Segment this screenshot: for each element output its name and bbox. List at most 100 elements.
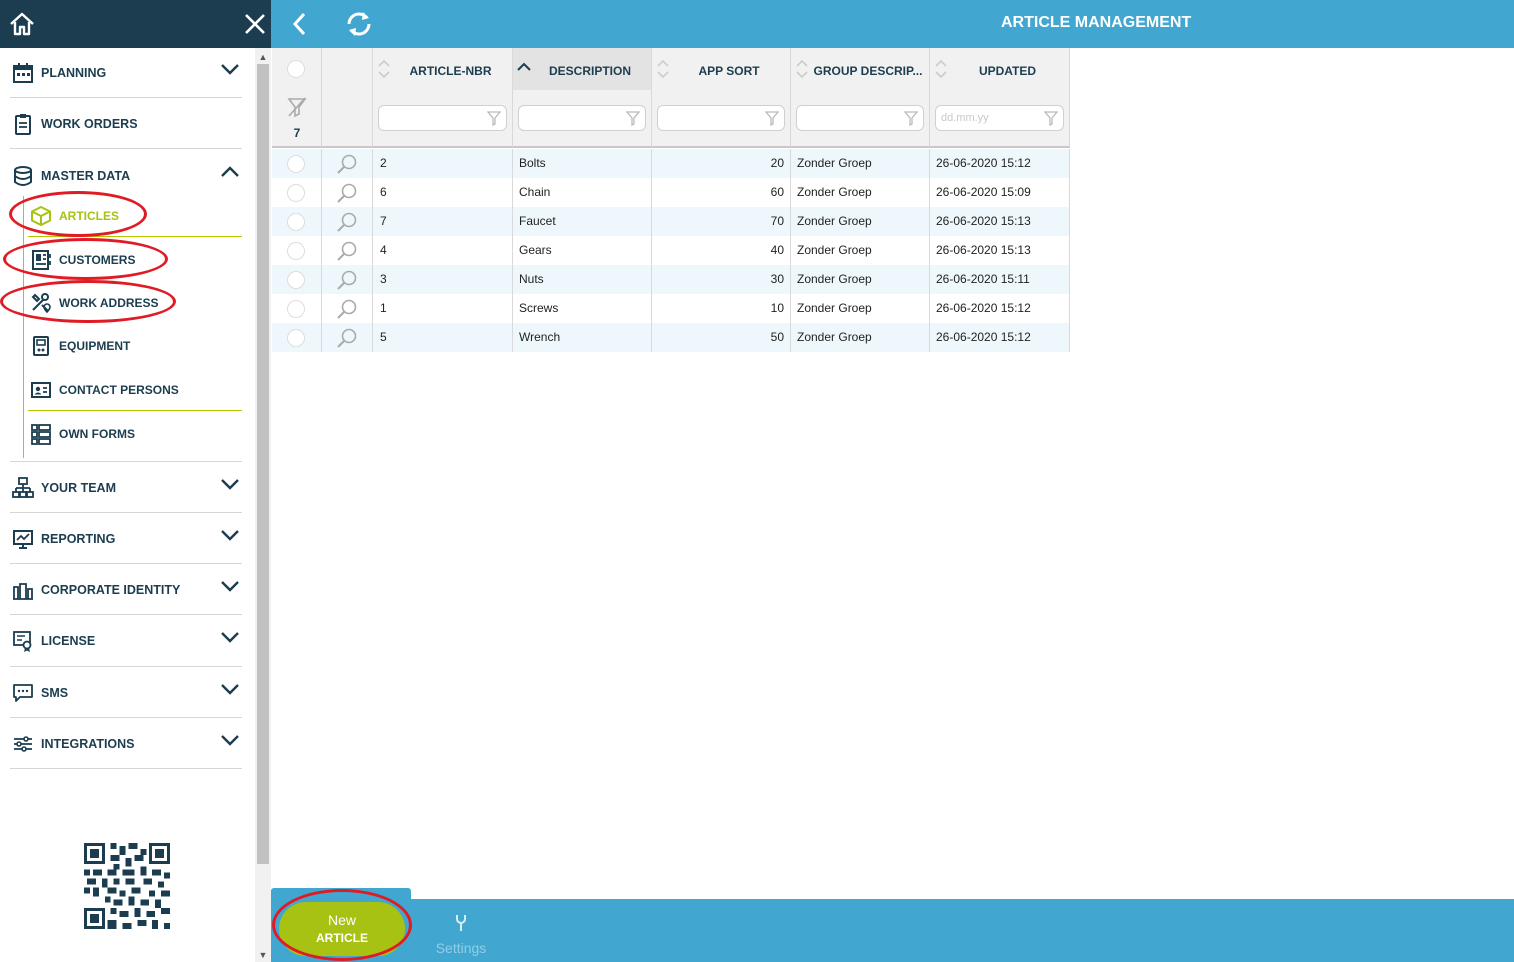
- cell-article-nbr: 3: [373, 265, 513, 294]
- cell-app-sort: 20: [652, 149, 791, 178]
- sidebar-item-corporate-identity[interactable]: CORPORATE IDENTITY: [10, 565, 242, 615]
- filter-empty-cell: [322, 90, 373, 148]
- column-header-group-description[interactable]: GROUP DESCRIP...: [791, 48, 930, 90]
- table-row[interactable]: 7 Faucet 70 Zonder Groep 26-06-2020 15:13: [272, 207, 1070, 236]
- back-arrow-icon[interactable]: [289, 10, 311, 38]
- row-select-cell: [272, 294, 322, 323]
- sidebar-item-license[interactable]: LICENSE: [10, 616, 242, 667]
- magnifier-icon[interactable]: [336, 182, 358, 204]
- annotation-circle: [3, 238, 168, 280]
- row-select-radio[interactable]: [287, 213, 305, 231]
- column-header-article-nbr[interactable]: ARTICLE-NBR: [373, 48, 513, 90]
- cell-group: Zonder Groep: [791, 178, 930, 207]
- filter-group-description: [791, 90, 930, 148]
- calendar-icon: [13, 63, 33, 83]
- row-select-radio[interactable]: [287, 271, 305, 289]
- chevron-down-icon[interactable]: [220, 630, 240, 644]
- scroll-up-arrow[interactable]: ▲: [258, 52, 268, 62]
- presentation-icon: [13, 530, 33, 549]
- row-select-radio[interactable]: [287, 184, 305, 202]
- filter-input[interactable]: [796, 105, 924, 131]
- sidebar-header: [0, 0, 271, 48]
- chevron-down-icon[interactable]: [220, 682, 240, 696]
- table-row[interactable]: 6 Chain 60 Zonder Groep 26-06-2020 15:09: [272, 178, 1070, 207]
- row-view-cell: [322, 236, 373, 265]
- magnifier-icon[interactable]: [336, 153, 358, 175]
- row-view-cell: [322, 178, 373, 207]
- filter-input[interactable]: [378, 105, 507, 131]
- column-header-app-sort[interactable]: APP SORT: [652, 48, 791, 90]
- cell-article-nbr: 7: [373, 207, 513, 236]
- cell-group: Zonder Groep: [791, 265, 930, 294]
- sidebar-subitem-own-forms[interactable]: OWN FORMS: [28, 412, 242, 455]
- filter-icon[interactable]: [1044, 110, 1058, 126]
- sidebar-subitem-equipment[interactable]: EQUIPMENT: [28, 324, 242, 367]
- cell-updated: 26-06-2020 15:09: [930, 178, 1070, 207]
- column-header-updated[interactable]: UPDATED: [930, 48, 1070, 90]
- row-select-radio[interactable]: [287, 329, 305, 347]
- sidebar-item-your-team[interactable]: YOUR TEAM: [10, 463, 242, 513]
- close-icon[interactable]: [242, 11, 268, 37]
- filter-article-nbr: [373, 90, 513, 148]
- table-row[interactable]: 4 Gears 40 Zonder Groep 26-06-2020 15:13: [272, 236, 1070, 265]
- scroll-thumb[interactable]: [257, 64, 269, 864]
- chat-icon: [13, 684, 33, 702]
- row-select-radio[interactable]: [287, 300, 305, 318]
- sidebar-item-planning[interactable]: PLANNING: [10, 48, 242, 98]
- clear-filter-icon[interactable]: [287, 96, 307, 118]
- row-select-cell: [272, 236, 322, 265]
- chevron-up-icon[interactable]: [220, 165, 240, 179]
- cell-article-nbr: 1: [373, 294, 513, 323]
- sidebar-item-work-orders[interactable]: WORK ORDERS: [10, 99, 242, 149]
- annotation-circle: [9, 191, 147, 237]
- brand-icon: [13, 583, 33, 600]
- refresh-icon[interactable]: [343, 8, 375, 40]
- filter-input[interactable]: [657, 105, 785, 131]
- chevron-down-icon[interactable]: [220, 579, 240, 593]
- magnifier-icon[interactable]: [336, 269, 358, 291]
- sidebar-scrollbar[interactable]: ▲ ▼: [255, 48, 271, 962]
- sidebar-item-label: MASTER DATA: [41, 169, 131, 183]
- cell-description: Bolts: [513, 149, 652, 178]
- magnifier-icon[interactable]: [336, 298, 358, 320]
- table-row[interactable]: 3 Nuts 30 Zonder Groep 26-06-2020 15:11: [272, 265, 1070, 294]
- sidebar-item-reporting[interactable]: REPORTING: [10, 514, 242, 564]
- settings-button[interactable]: Settings: [430, 913, 492, 959]
- annotation-circle: [0, 280, 176, 323]
- column-header-description[interactable]: DESCRIPTION: [513, 48, 652, 90]
- sidebar: PLANNING WORK ORDERS MASTER DATA ARTICLE…: [0, 0, 271, 962]
- filter-icon[interactable]: [904, 110, 918, 126]
- row-view-cell: [322, 294, 373, 323]
- magnifier-icon[interactable]: [336, 240, 358, 262]
- sidebar-subitem-contact-persons[interactable]: CONTACT PERSONS: [28, 368, 242, 411]
- filter-input-date[interactable]: dd.mm.yy: [935, 105, 1064, 131]
- scroll-down-arrow[interactable]: ▼: [258, 950, 268, 960]
- chevron-down-icon[interactable]: [220, 477, 240, 491]
- filter-input[interactable]: [518, 105, 646, 131]
- magnifier-icon[interactable]: [336, 327, 358, 349]
- articles-grid: ARTICLE-NBR DESCRIPTION APP SORT GROUP D…: [272, 48, 1070, 352]
- filter-clear-cell: 7: [272, 90, 322, 148]
- chevron-down-icon[interactable]: [220, 62, 240, 76]
- cell-description: Faucet: [513, 207, 652, 236]
- select-all-radio[interactable]: [287, 60, 305, 78]
- cell-app-sort: 60: [652, 178, 791, 207]
- home-icon[interactable]: [8, 10, 36, 38]
- row-select-radio[interactable]: [287, 155, 305, 173]
- cell-group: Zonder Groep: [791, 236, 930, 265]
- chevron-down-icon[interactable]: [220, 528, 240, 542]
- table-row[interactable]: 1 Screws 10 Zonder Groep 26-06-2020 15:12: [272, 294, 1070, 323]
- certificate-icon: [13, 631, 32, 652]
- filter-icon[interactable]: [626, 110, 640, 126]
- filter-icon[interactable]: [765, 110, 779, 126]
- filter-icon[interactable]: [487, 110, 501, 126]
- table-row[interactable]: 5 Wrench 50 Zonder Groep 26-06-2020 15:12: [272, 323, 1070, 352]
- chevron-down-icon[interactable]: [220, 733, 240, 747]
- sidebar-item-sms[interactable]: SMS: [10, 668, 242, 718]
- sidebar-item-integrations[interactable]: INTEGRATIONS: [10, 719, 242, 769]
- magnifier-icon[interactable]: [336, 211, 358, 233]
- cell-updated: 26-06-2020 15:13: [930, 207, 1070, 236]
- cell-article-nbr: 5: [373, 323, 513, 352]
- row-select-radio[interactable]: [287, 242, 305, 260]
- table-row[interactable]: 2 Bolts 20 Zonder Groep 26-06-2020 15:12: [272, 149, 1070, 178]
